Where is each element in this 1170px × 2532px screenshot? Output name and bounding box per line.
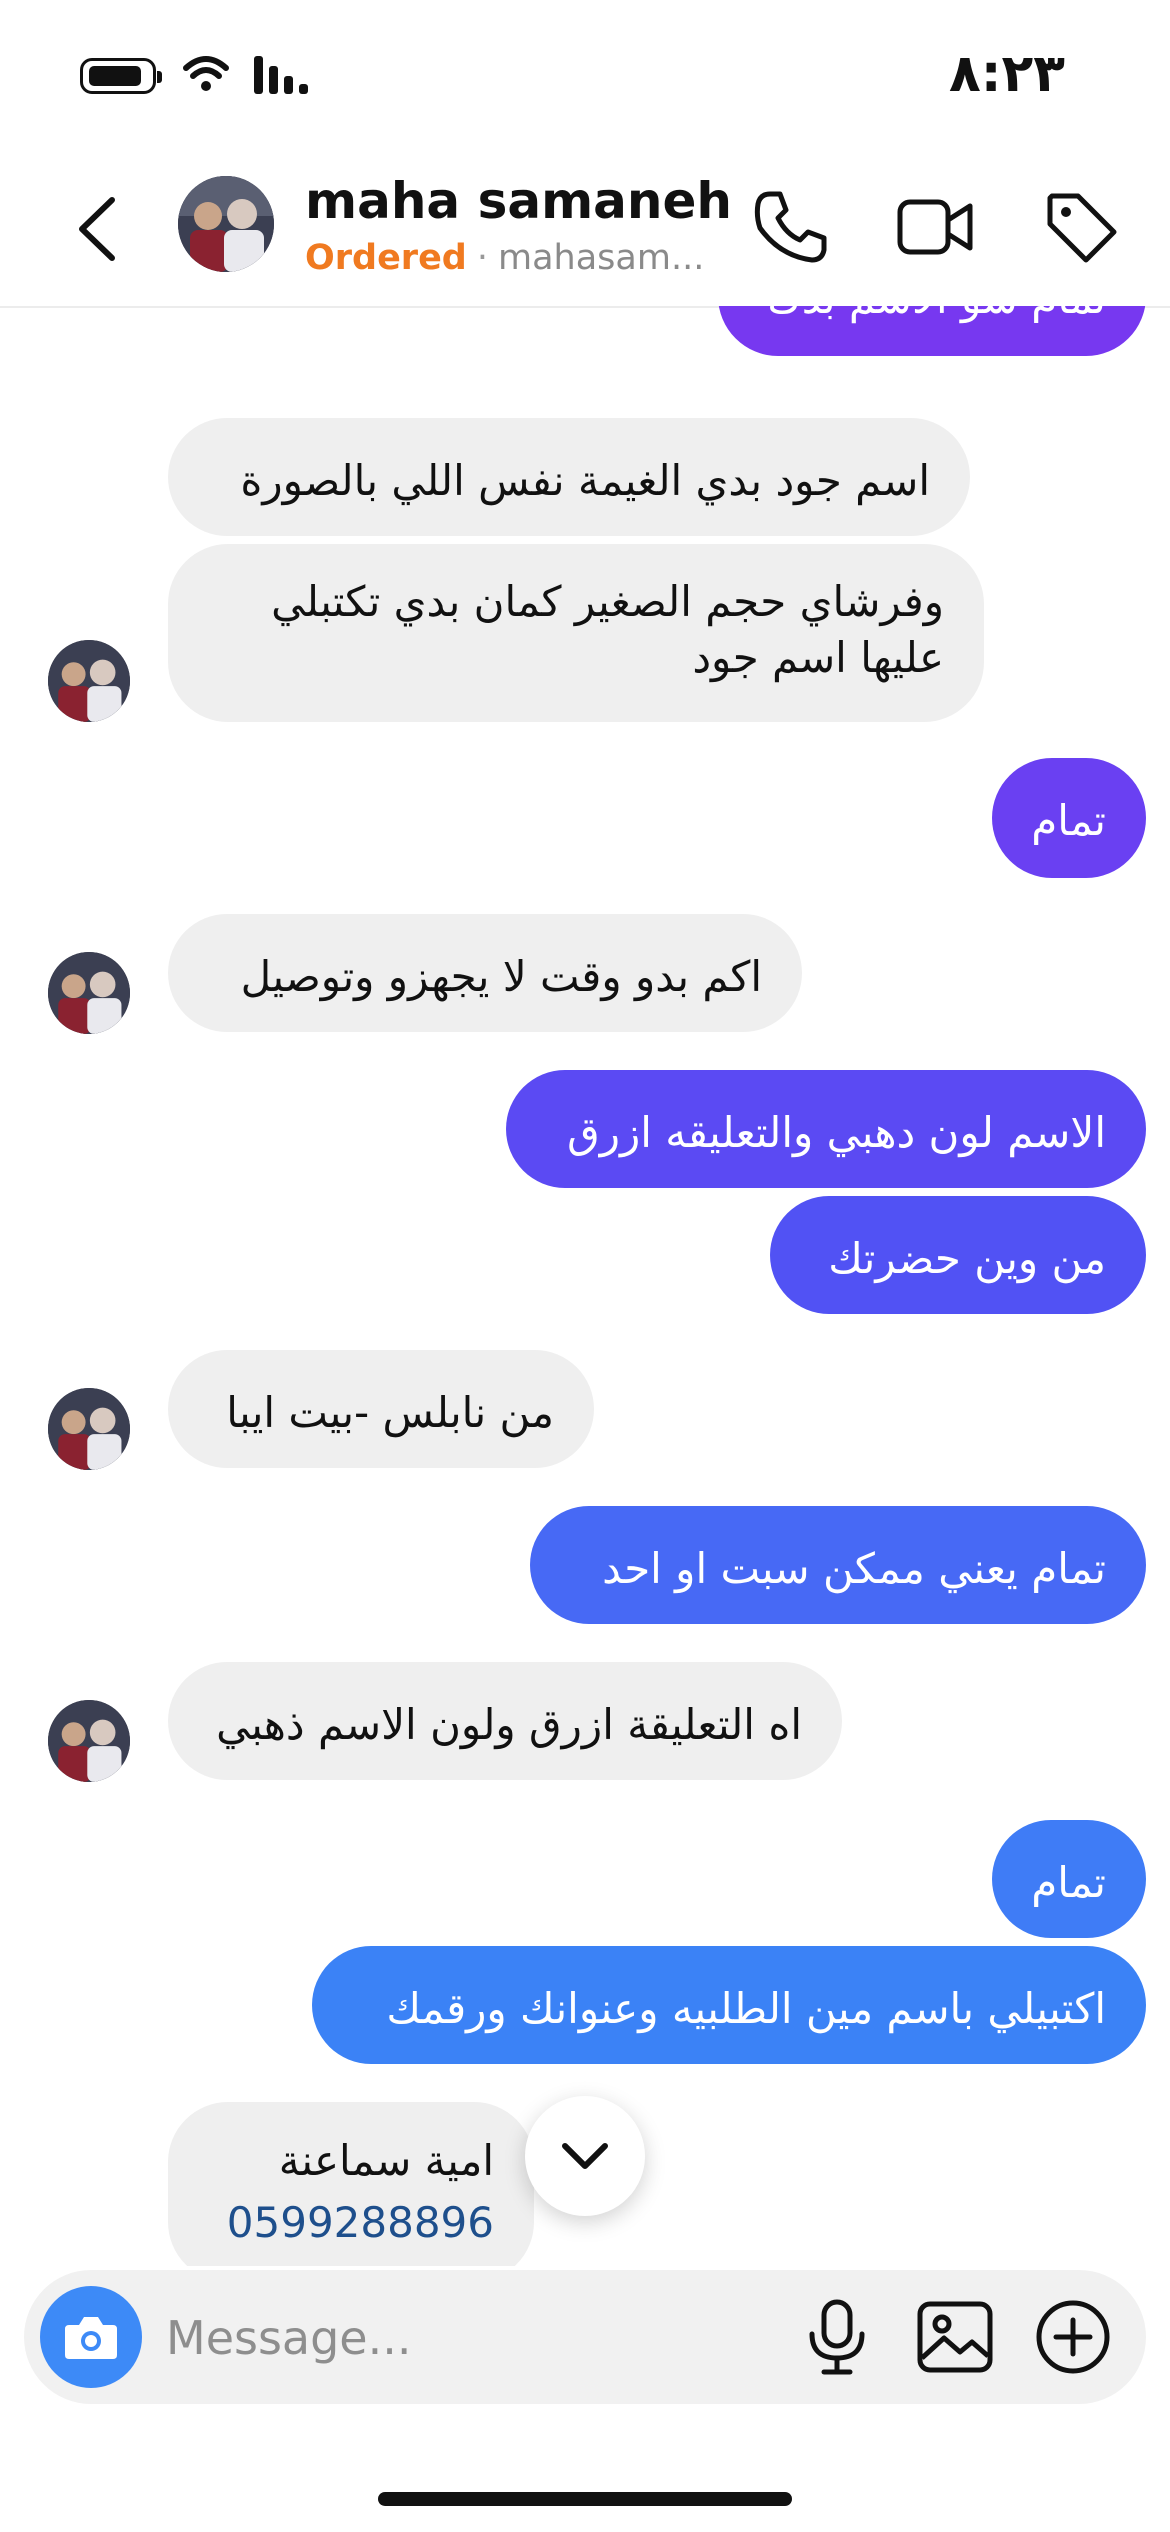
scroll-to-bottom-button[interactable] — [525, 2096, 645, 2216]
contact-subtitle: Ordered · mahasam... — [305, 238, 705, 278]
video-icon[interactable] — [896, 188, 974, 266]
message-bubble-in[interactable]: اسم جود بدي الغيمة نفس اللي بالصورة — [168, 418, 970, 536]
battery-icon — [80, 58, 162, 94]
phone-icon[interactable] — [752, 188, 830, 266]
message-composer — [24, 2270, 1146, 2404]
message-bubble-out[interactable]: اكتبيلي باسم مين الطلبيه وعنوانك ورقمك — [312, 1946, 1146, 2064]
camera-button[interactable] — [40, 2286, 142, 2388]
chevron-down-icon — [562, 2143, 608, 2169]
message-bubble-in[interactable]: وفرشاي حجم الصغير كمان بدي تكتبلي عليها … — [168, 544, 984, 722]
avatar-small[interactable] — [48, 952, 130, 1034]
plus-icon[interactable] — [1030, 2294, 1116, 2380]
message-text: امية سماعنة — [278, 2136, 494, 2185]
contact-name[interactable]: maha samaneh — [305, 172, 732, 230]
message-bubble-out[interactable]: تمام — [992, 758, 1146, 878]
avatar-small[interactable] — [48, 1700, 130, 1782]
mic-icon[interactable] — [794, 2294, 880, 2380]
chat-header: maha samaneh Ordered · mahasam... — [0, 150, 1170, 308]
avatar-small[interactable] — [48, 640, 130, 722]
status-bar: ٨:٢٣ — [0, 0, 1170, 150]
avatar-small[interactable] — [48, 1388, 130, 1470]
camera-icon — [65, 2317, 117, 2359]
message-bubble-out[interactable]: من وين حضرتك — [770, 1196, 1146, 1314]
message-bubble-in[interactable]: اه التعليقة ازرق ولون الاسم ذهبي — [168, 1662, 842, 1780]
message-bubble-out[interactable]: تمام يعني ممكن سبت او احد — [530, 1506, 1146, 1624]
image-icon[interactable] — [912, 2294, 998, 2380]
message-bubble-in[interactable]: اكم بدو وقت لا يجهزو وتوصيل — [168, 914, 802, 1032]
home-indicator[interactable] — [378, 2492, 792, 2506]
message-bubble-out[interactable]: الاسم لون دهبي والتعليقه ازرق — [506, 1070, 1146, 1188]
wifi-icon — [183, 56, 229, 91]
message-bubble-out[interactable]: تمام — [992, 1820, 1146, 1938]
signal-icon — [254, 56, 308, 94]
message-bubble-in[interactable]: من نابلس -بيت ايبا — [168, 1350, 594, 1468]
tag-icon[interactable] — [1042, 188, 1120, 266]
message-bubble-in[interactable]: امية سماعنة 0599288896 — [168, 2102, 534, 2266]
contact-handle: mahasam... — [498, 238, 705, 278]
back-icon[interactable] — [68, 194, 128, 264]
message-input[interactable] — [164, 2292, 788, 2384]
phone-link[interactable]: 0599288896 — [208, 2192, 494, 2254]
message-thread[interactable]: تمام شو الاسم بدك اسم جود بدي الغيمة نفس… — [0, 306, 1170, 2266]
message-bubble-out[interactable]: تمام شو الاسم بدك — [718, 306, 1146, 356]
order-status[interactable]: Ordered — [305, 238, 467, 278]
avatar[interactable] — [178, 176, 274, 272]
status-time: ٨:٢٣ — [948, 44, 1065, 104]
